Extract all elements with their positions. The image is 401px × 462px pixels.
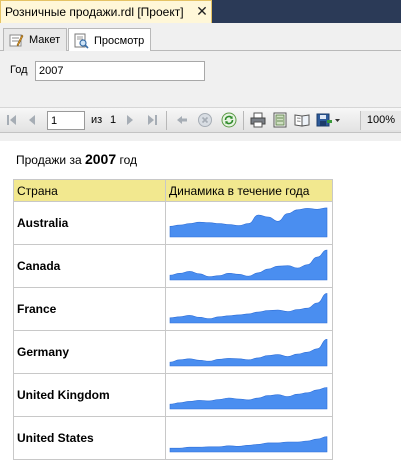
view-tab-strip: Макет Просмотр bbox=[0, 23, 401, 52]
sparkline-area bbox=[169, 293, 328, 324]
refresh-icon[interactable] bbox=[221, 112, 237, 128]
last-page-icon[interactable] bbox=[144, 112, 160, 128]
country-cell: United Kingdom bbox=[13, 373, 166, 417]
first-page-icon[interactable] bbox=[4, 112, 20, 128]
page-setup-icon[interactable] bbox=[294, 112, 310, 128]
preview-icon bbox=[73, 33, 89, 49]
report-title-prefix: Продажи за bbox=[16, 153, 82, 167]
toolbar-separator bbox=[166, 111, 167, 130]
report-body: Продажи за 2007 год Страна Динамика в те… bbox=[0, 141, 401, 462]
sparkline-area bbox=[169, 436, 328, 453]
report-title-year: 2007 bbox=[84, 151, 117, 167]
sparkline-area bbox=[169, 207, 328, 238]
toolbar-row: из 1 100% bbox=[0, 107, 401, 133]
tab-preview[interactable]: Просмотр bbox=[68, 28, 152, 52]
print-layout-icon[interactable] bbox=[272, 112, 288, 128]
sparkline bbox=[169, 293, 328, 324]
sparkline-cell bbox=[165, 330, 333, 374]
table-row: Australia bbox=[13, 201, 333, 245]
tab-preview-label: Просмотр bbox=[94, 34, 145, 47]
parameter-area: Год bbox=[0, 51, 401, 99]
sparkline-cell bbox=[165, 373, 333, 417]
sparkline-area bbox=[169, 338, 328, 367]
table-row: United Kingdom bbox=[13, 373, 333, 417]
report-title: Продажи за 2007 год bbox=[16, 151, 137, 167]
tab-design[interactable]: Макет bbox=[3, 28, 68, 51]
page-total: 1 bbox=[110, 114, 117, 126]
zoom-select[interactable]: 100% bbox=[360, 111, 401, 130]
sparkline-area bbox=[169, 249, 328, 281]
sparkline-cell bbox=[165, 287, 333, 331]
sparkline-cell bbox=[165, 201, 333, 245]
country-cell: Germany bbox=[13, 330, 166, 374]
page-of-label: из bbox=[91, 114, 103, 126]
column-header-trend: Динамика в течение года bbox=[165, 179, 333, 202]
sparkline bbox=[169, 249, 328, 281]
close-icon[interactable]: ✕ bbox=[194, 3, 210, 19]
sales-table: Страна Динамика в течение года Australia… bbox=[13, 179, 333, 460]
next-page-icon[interactable] bbox=[122, 112, 138, 128]
table-row: France bbox=[13, 287, 333, 331]
sparkline bbox=[169, 338, 328, 367]
report-title-suffix: год bbox=[119, 153, 137, 167]
toolbar-separator bbox=[243, 111, 244, 130]
year-input[interactable] bbox=[35, 61, 205, 81]
sparkline bbox=[169, 436, 328, 453]
table-row: Germany bbox=[13, 330, 333, 374]
sparkline-area bbox=[169, 387, 328, 410]
table-row: United States bbox=[13, 416, 333, 460]
tab-design-label: Макет bbox=[29, 34, 61, 46]
country-cell: France bbox=[13, 287, 166, 331]
back-icon[interactable] bbox=[174, 112, 190, 128]
stop-icon[interactable] bbox=[197, 112, 213, 128]
export-icon[interactable] bbox=[316, 112, 342, 128]
sparkline bbox=[169, 387, 328, 410]
document-tab-strip: Розничные продажи.rdl [Проект] ✕ bbox=[0, 0, 401, 23]
print-icon[interactable] bbox=[250, 112, 266, 128]
country-cell: Australia bbox=[13, 201, 166, 245]
year-label: Год bbox=[10, 64, 28, 76]
design-icon bbox=[8, 32, 24, 48]
sparkline-cell bbox=[165, 416, 333, 460]
document-tab[interactable]: Розничные продажи.rdl [Проект] ✕ bbox=[0, 0, 212, 23]
sparkline bbox=[169, 207, 328, 238]
report-toolbar: из 1 100% bbox=[0, 99, 401, 141]
page-number-input[interactable] bbox=[47, 111, 85, 130]
country-cell: United States bbox=[13, 416, 166, 460]
prev-page-icon[interactable] bbox=[24, 112, 40, 128]
country-cell: Canada bbox=[13, 244, 166, 288]
table-row: Canada bbox=[13, 244, 333, 288]
table-header-row: Страна Динамика в течение года bbox=[13, 179, 333, 202]
column-header-country: Страна bbox=[13, 179, 166, 202]
sparkline-cell bbox=[165, 244, 333, 288]
document-tab-title: Розничные продажи.rdl [Проект] bbox=[5, 5, 184, 19]
